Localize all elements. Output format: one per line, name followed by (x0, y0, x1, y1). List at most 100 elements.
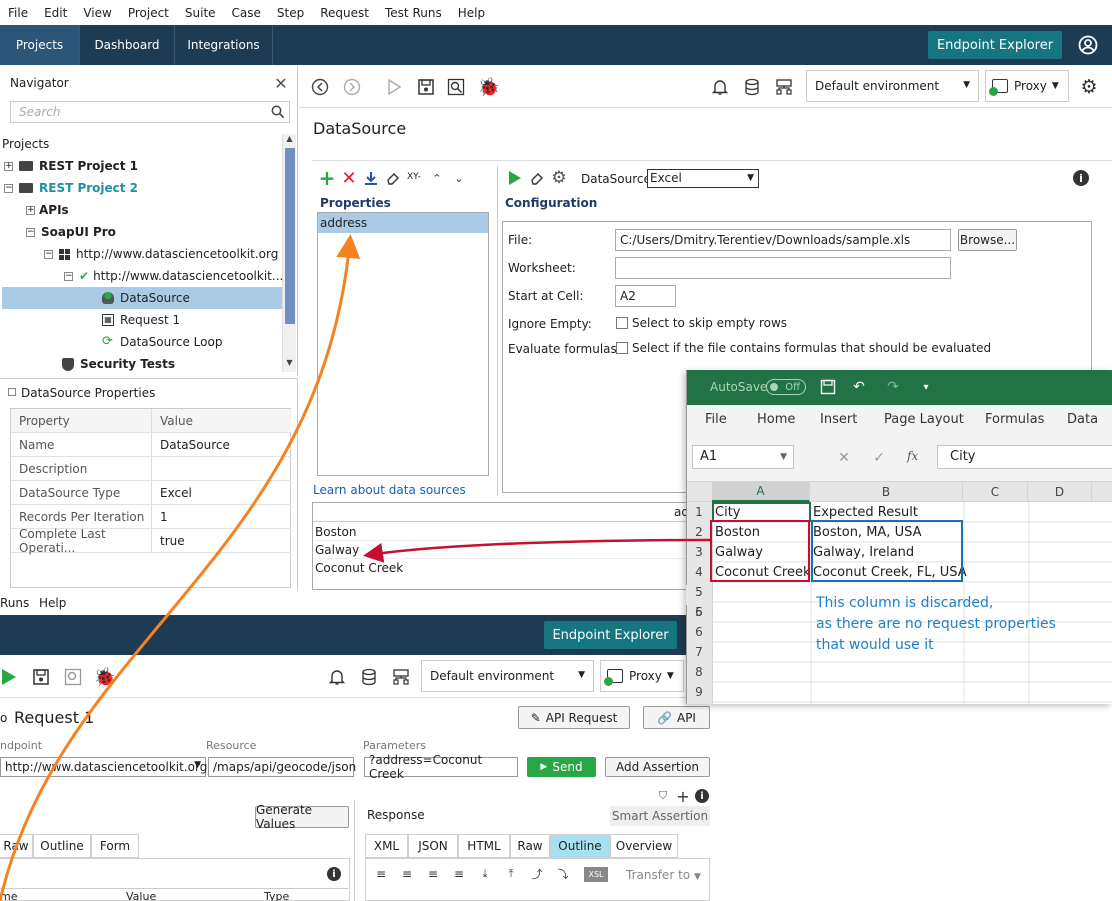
tree-item-datasource-loop[interactable]: ⟳ DataSource Loop (102, 331, 222, 353)
undo-icon[interactable]: ↶ (847, 378, 871, 396)
menu-step[interactable]: Step (269, 6, 312, 20)
tree-item-security-tests[interactable]: Security Tests (62, 353, 175, 375)
filter-icon[interactable]: ⛉ (656, 789, 670, 803)
run-datasource-icon[interactable] (506, 169, 524, 187)
redo-icon[interactable]: ↷ (881, 378, 905, 396)
tab-outline-response[interactable]: Outline (550, 834, 610, 858)
tab-overview[interactable]: Overview (610, 834, 678, 858)
add-assertion-button[interactable]: Add Assertion (605, 757, 710, 777)
move-down-icon[interactable]: ⌄ (450, 169, 468, 187)
ignore-empty-checkbox[interactable] (616, 317, 628, 329)
enter-icon[interactable]: ✓ (871, 450, 887, 466)
tree-item-rest-project-2[interactable]: − REST Project 2 (4, 177, 138, 199)
tree-item-datasource[interactable]: DataSource (102, 287, 190, 309)
move-up-icon[interactable]: ⌃ (428, 169, 446, 187)
resource-input[interactable]: /maps/api/geocode/json (208, 757, 356, 777)
justify-icon[interactable]: ≡ (452, 867, 466, 881)
remove-property-icon[interactable]: ✕ (340, 168, 358, 189)
tab-integrations[interactable]: Integrations (175, 25, 273, 65)
run-icon[interactable] (0, 666, 18, 688)
api-button[interactable]: 🔗 API (643, 706, 710, 729)
navigator-search-box[interactable]: Search (10, 101, 290, 123)
add-property-icon[interactable]: + (318, 166, 336, 190)
row-header[interactable]: 2 (686, 525, 712, 539)
lower-splitter[interactable] (354, 800, 355, 901)
tree-item-request-1[interactable]: ▦ Request 1 (102, 309, 180, 331)
expand-icon[interactable]: + (4, 161, 13, 171)
download-icon[interactable] (362, 169, 380, 187)
collapse-icon[interactable]: − (44, 249, 53, 259)
autosave-toggle[interactable]: Off (766, 379, 806, 395)
collapse-down-icon[interactable]: ⤓ (478, 867, 492, 881)
xy-icon[interactable]: XY- (407, 172, 421, 182)
row-header[interactable]: 6 (686, 605, 712, 619)
collapse-icon[interactable]: − (4, 183, 13, 193)
collapse-up-icon[interactable]: ⤒ (504, 867, 518, 881)
column-header-b[interactable]: B (810, 482, 963, 502)
tree-item-rest-project-1[interactable]: + REST Project 1 (4, 155, 138, 177)
run-icon[interactable] (383, 76, 405, 98)
network-icon[interactable] (773, 76, 795, 98)
api-request-button[interactable]: ✎ API Request (518, 706, 630, 729)
ribbon-tab-page-layout[interactable]: Page Layout (884, 412, 964, 427)
tab-dashboard[interactable]: Dashboard (80, 25, 175, 65)
transfer-to-button[interactable]: Transfer to ▼ (626, 868, 701, 882)
browse-button[interactable]: Browse... (958, 229, 1017, 251)
grid-row[interactable]: Boston (315, 523, 691, 541)
gear-icon[interactable]: ⚙ (1078, 76, 1100, 98)
search-icon[interactable] (269, 103, 287, 121)
row-header[interactable]: 3 (686, 545, 712, 559)
collapse-icon[interactable]: − (64, 271, 73, 281)
column-header-d[interactable]: D (1028, 482, 1092, 502)
row-header[interactable]: 6 (686, 625, 712, 639)
endpoint-explorer-button[interactable]: Endpoint Explorer (544, 621, 677, 649)
expand-up-icon[interactable]: ⤴ (530, 867, 544, 881)
close-icon[interactable]: ✕ (272, 74, 290, 93)
row-header[interactable]: 7 (686, 645, 712, 659)
insert-function-icon[interactable]: fx (907, 449, 918, 463)
column-header-a[interactable]: A (712, 482, 810, 502)
save-icon[interactable] (415, 76, 437, 98)
row-header[interactable]: 1 (686, 505, 712, 519)
start-cell-input[interactable]: A2 (615, 285, 676, 307)
save-icon[interactable] (30, 666, 52, 688)
endpoint-explorer-button[interactable]: Endpoint Explorer (928, 31, 1062, 59)
scroll-down-icon[interactable]: ▼ (283, 358, 296, 372)
save-icon[interactable] (819, 378, 837, 396)
menu-request[interactable]: Request (312, 6, 377, 20)
database-icon[interactable] (358, 666, 380, 688)
inspect-icon[interactable] (445, 76, 467, 98)
tab-raw-response[interactable]: Raw (510, 834, 550, 858)
property-item-address[interactable]: address (318, 213, 488, 233)
row-header[interactable]: 5 (686, 585, 712, 599)
menu-view[interactable]: View (75, 6, 119, 20)
learn-data-sources-link[interactable]: Learn about data sources (313, 483, 466, 497)
menu-test-runs[interactable]: Test Runs (377, 6, 450, 20)
send-button[interactable]: ▶ Send (527, 757, 596, 777)
environment-select[interactable]: Default environment ▼ (806, 70, 979, 102)
tab-form[interactable]: Form (91, 834, 139, 858)
tree-root-projects[interactable]: Projects (2, 133, 49, 155)
gear-icon[interactable]: ⚙ (550, 168, 568, 188)
cell-a1[interactable]: City (715, 503, 740, 521)
scrollbar-thumb[interactable] (285, 148, 295, 324)
endpoint-input[interactable]: http://www.datasciencetoolkit.org ▼ (0, 757, 207, 777)
info-icon[interactable]: i (695, 789, 709, 803)
tab-projects[interactable]: Projects (0, 25, 80, 65)
tab-json[interactable]: JSON (408, 834, 458, 858)
proxy-button[interactable]: Proxy ▼ (600, 660, 684, 692)
row-header[interactable]: 9 (686, 685, 712, 699)
expand-down-icon[interactable]: ⤵ (556, 867, 570, 881)
forward-icon[interactable] (341, 76, 363, 98)
menu-suite[interactable]: Suite (177, 6, 224, 20)
menu-help[interactable]: Help (39, 596, 66, 610)
tab-outline[interactable]: Outline (33, 834, 91, 858)
customize-toolbar-icon[interactable]: ▾ (919, 378, 933, 396)
datasource-type-select[interactable]: Excel ▼ (647, 169, 759, 188)
ribbon-tab-insert[interactable]: Insert (820, 412, 857, 427)
property-value[interactable]: Excel (151, 481, 291, 505)
panel-toggle-icon[interactable] (8, 388, 16, 396)
collapse-icon[interactable]: − (26, 227, 35, 237)
network-icon[interactable] (390, 666, 412, 688)
database-icon[interactable] (741, 76, 763, 98)
